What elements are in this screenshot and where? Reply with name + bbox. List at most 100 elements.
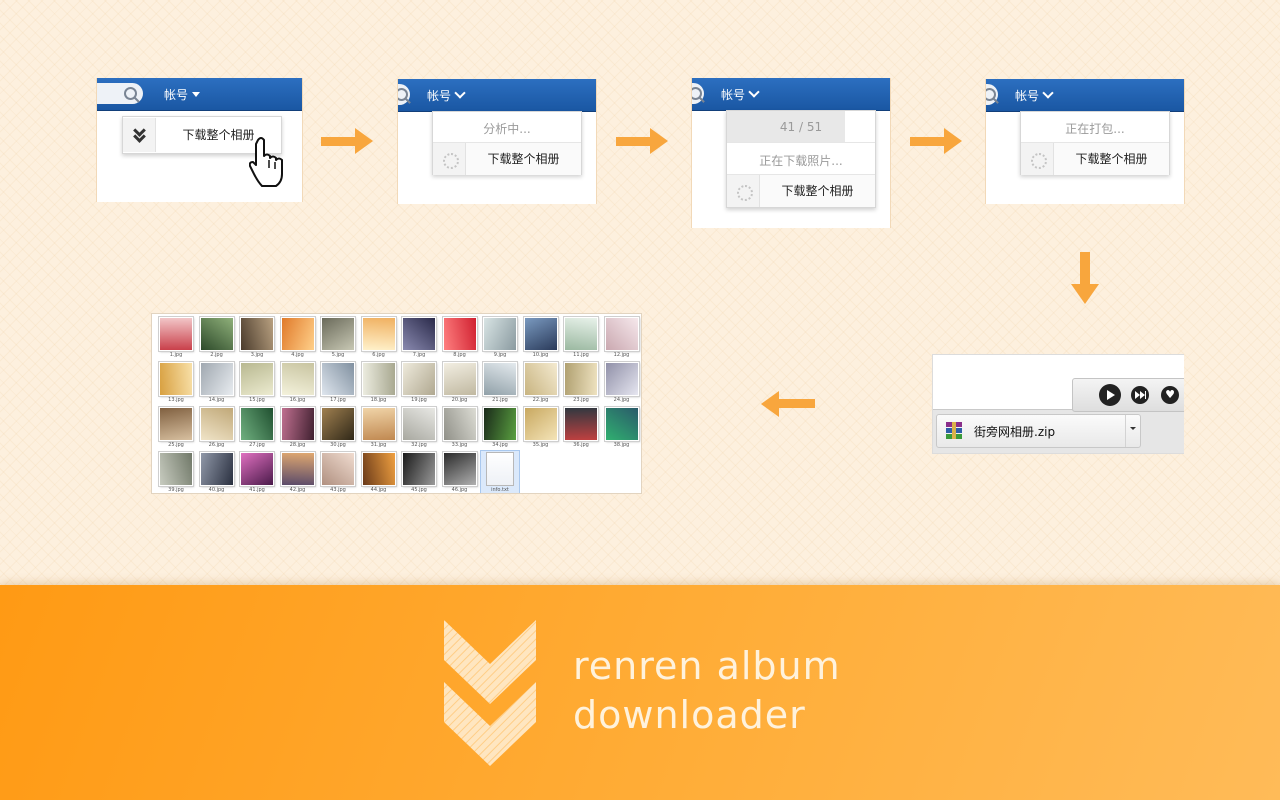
file-name-label: 12.jpg <box>613 352 630 358</box>
double-chevron-logo-icon <box>444 620 536 766</box>
account-label[interactable]: 帐号 <box>1015 89 1039 103</box>
text-file-icon[interactable] <box>486 452 514 486</box>
image-thumbnail[interactable] <box>239 361 275 397</box>
image-thumbnail[interactable] <box>360 316 397 352</box>
brand-title: renren album downloader <box>573 642 841 740</box>
account-menu[interactable]: 帐号 <box>427 87 466 104</box>
skip-forward-icon[interactable] <box>1131 386 1149 404</box>
image-thumbnail[interactable] <box>198 451 235 487</box>
loading-spinner-icon <box>433 143 466 175</box>
file-name-label: 46.jpg <box>451 487 468 493</box>
image-thumbnail[interactable] <box>441 316 478 352</box>
image-thumbnail[interactable] <box>401 451 437 487</box>
image-thumbnail[interactable] <box>482 361 518 397</box>
flow-arrow-right-icon <box>910 128 962 154</box>
image-thumbnail[interactable] <box>482 316 518 352</box>
file-name-label: 44.jpg <box>370 487 387 493</box>
flow-arrow-right-icon <box>616 128 668 154</box>
file-name-label: 6.jpg <box>372 352 385 358</box>
search-icon[interactable] <box>398 88 408 101</box>
status-text: 正在下载照片... <box>759 154 843 168</box>
renren-nav-bar: 帐号 <box>692 78 890 111</box>
image-thumbnail[interactable] <box>603 406 640 442</box>
double-chevron-down-icon <box>123 118 156 152</box>
image-thumbnail[interactable] <box>279 451 316 487</box>
image-thumbnail[interactable] <box>279 361 316 397</box>
image-thumbnail[interactable] <box>522 316 559 352</box>
account-menu[interactable]: 帐号 <box>164 86 201 103</box>
image-thumbnail[interactable] <box>360 406 397 442</box>
image-thumbnail[interactable] <box>158 451 194 487</box>
image-thumbnail[interactable] <box>320 406 356 442</box>
loading-spinner-icon <box>1021 143 1054 175</box>
image-thumbnail[interactable] <box>441 406 478 442</box>
image-thumbnail[interactable] <box>279 406 316 442</box>
image-thumbnail[interactable] <box>360 361 397 397</box>
image-thumbnail[interactable] <box>563 361 599 397</box>
image-thumbnail[interactable] <box>563 316 599 352</box>
image-thumbnail[interactable] <box>320 316 356 352</box>
step-3-panel: 帐号 41 / 51 正在下载照片... 下载整个相册 <box>691 78 891 228</box>
account-menu[interactable]: 帐号 <box>721 86 760 103</box>
file-name-label: 45.jpg <box>411 487 427 493</box>
image-thumbnail[interactable] <box>239 451 275 487</box>
image-thumbnail[interactable] <box>320 361 356 397</box>
image-thumbnail[interactable] <box>198 361 235 397</box>
image-thumbnail[interactable] <box>320 451 356 487</box>
file-name-label: 27.jpg <box>249 442 265 448</box>
account-label[interactable]: 帐号 <box>164 88 188 102</box>
download-album-button[interactable]: 下载整个相册 <box>433 142 581 175</box>
image-thumbnail[interactable] <box>198 316 235 352</box>
file-name-label: 34.jpg <box>492 442 508 448</box>
flow-arrow-right-icon <box>321 128 373 154</box>
image-thumbnail[interactable] <box>441 361 478 397</box>
download-album-button[interactable]: 下载整个相册 <box>727 174 875 207</box>
image-thumbnail[interactable] <box>239 406 275 442</box>
image-thumbnail[interactable] <box>360 451 397 487</box>
image-thumbnail[interactable] <box>401 361 437 397</box>
download-item-menu-button[interactable] <box>1125 415 1140 447</box>
account-label[interactable]: 帐号 <box>721 88 745 102</box>
file-name-label: 40.jpg <box>208 487 225 493</box>
image-thumbnail[interactable] <box>401 316 437 352</box>
status-text: 分析中... <box>483 122 531 136</box>
image-thumbnail[interactable] <box>239 316 275 352</box>
download-album-label: 下载整个相册 <box>1075 152 1148 166</box>
image-thumbnail[interactable] <box>198 406 235 442</box>
chevron-down-icon <box>748 86 760 98</box>
brand-line-2: downloader <box>573 693 806 737</box>
search-icon[interactable] <box>986 88 996 101</box>
download-album-label: 下载整个相册 <box>487 152 560 166</box>
caret-down-icon <box>1130 427 1136 430</box>
image-thumbnail[interactable] <box>603 316 640 352</box>
search-icon[interactable] <box>124 87 137 100</box>
download-dropdown: 41 / 51 正在下载照片... 下载整个相册 <box>726 110 876 208</box>
image-thumbnail[interactable] <box>158 406 194 442</box>
image-thumbnail[interactable] <box>158 316 194 352</box>
play-icon[interactable] <box>1099 384 1121 406</box>
image-thumbnail[interactable] <box>279 316 316 352</box>
download-item[interactable]: 街旁网相册.zip <box>936 414 1141 448</box>
file-name-label: 2.jpg <box>210 352 223 358</box>
image-thumbnail[interactable] <box>563 406 599 442</box>
search-icon[interactable] <box>692 87 702 100</box>
file-name-label: 21.jpg <box>492 397 508 403</box>
image-thumbnail[interactable] <box>158 361 194 397</box>
image-thumbnail[interactable] <box>401 406 437 442</box>
file-name-label: 25.jpg <box>168 442 184 448</box>
image-thumbnail[interactable] <box>482 406 518 442</box>
file-name-label: 43.jpg <box>330 487 346 493</box>
account-menu[interactable]: 帐号 <box>1015 87 1054 104</box>
image-thumbnail[interactable] <box>603 361 640 397</box>
file-name-label: 30.jpg <box>330 442 346 448</box>
heart-icon[interactable]: ♥ <box>1161 386 1179 404</box>
file-name-label: 10.jpg <box>532 352 549 358</box>
image-thumbnail[interactable] <box>522 406 559 442</box>
image-thumbnail[interactable] <box>441 451 478 487</box>
file-name-label: 24.jpg <box>613 397 630 403</box>
image-thumbnail[interactable] <box>522 361 559 397</box>
account-label[interactable]: 帐号 <box>427 89 451 103</box>
file-name-label: 39.jpg <box>168 487 184 493</box>
file-name-label: 9.jpg <box>493 352 507 358</box>
download-album-button[interactable]: 下载整个相册 <box>1021 142 1169 175</box>
